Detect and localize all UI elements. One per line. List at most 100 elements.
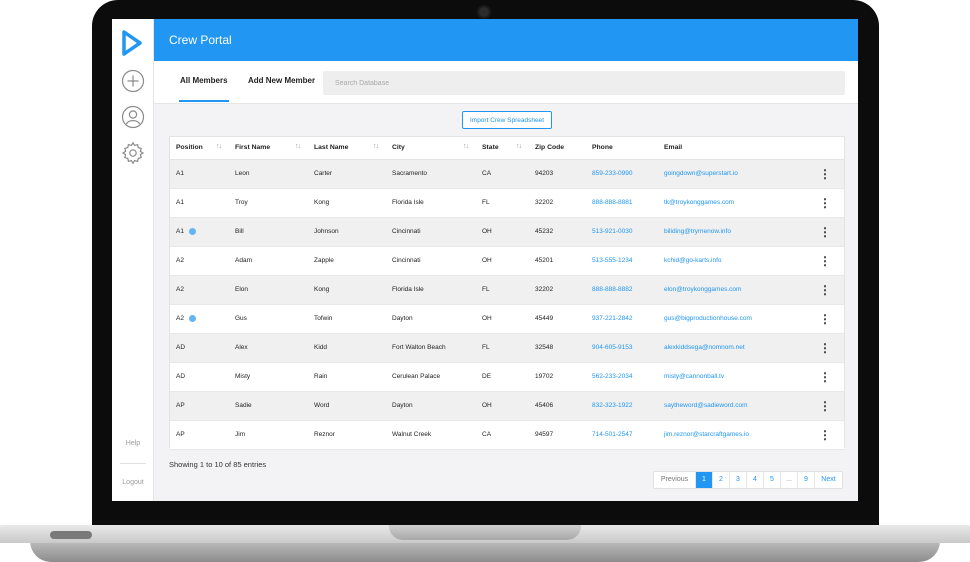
- table-row[interactable]: A2 Elon Kong Florida Isle FL 32202 888-888-888…: [170, 275, 844, 305]
- row-menu-icon[interactable]: ⋮: [806, 362, 844, 392]
- plus-circle-icon[interactable]: [121, 69, 145, 93]
- row-menu-icon[interactable]: ⋮: [806, 188, 844, 218]
- cell-zip-code: 19702: [529, 362, 586, 392]
- user-circle-icon[interactable]: [121, 105, 145, 129]
- row-menu-icon[interactable]: ⋮: [806, 391, 844, 421]
- cell-city: Cincinnati: [386, 246, 476, 276]
- row-menu-icon[interactable]: ⋮: [806, 217, 844, 247]
- cell-position: AD: [170, 333, 229, 363]
- gear-icon[interactable]: [121, 141, 145, 165]
- tab-add-new-member[interactable]: Add New Member: [248, 76, 315, 85]
- cell-phone[interactable]: 904-605-9153: [586, 333, 658, 363]
- cell-state: FL: [476, 275, 529, 305]
- cell-city: Walnut Creek: [386, 420, 476, 450]
- cell-email-text: misty@cannonball.tv: [664, 373, 725, 380]
- column-header-last-name[interactable]: Last Name ↑↓: [308, 137, 386, 160]
- info-icon[interactable]: [188, 314, 196, 322]
- cell-last-name-text: Rain: [314, 373, 328, 380]
- table-row[interactable]: AP Jim Reznor Walnut Creek CA 94597 714-501-25…: [170, 420, 844, 450]
- column-header-label: Last Name: [314, 144, 349, 152]
- cell-phone[interactable]: 513-921-0030: [586, 217, 658, 247]
- row-menu-icon[interactable]: ⋮: [806, 275, 844, 305]
- row-menu-icon[interactable]: ⋮: [806, 304, 844, 334]
- table-row[interactable]: AD Alex Kidd Fort Walton Beach FL 32548 904-60…: [170, 333, 844, 363]
- cell-last-name-text: Tofwin: [314, 315, 333, 322]
- pagination-page-9[interactable]: 9: [798, 472, 815, 488]
- cell-first-name: Sadie: [229, 391, 308, 421]
- info-icon[interactable]: [188, 227, 196, 235]
- cell-email[interactable]: alexkiddsega@nomnom.net: [658, 333, 806, 363]
- table-row[interactable]: A2 Adam Zapple Cincinnati OH 45201 513-555-123…: [170, 246, 844, 276]
- cell-phone[interactable]: 888-888-8881: [586, 188, 658, 218]
- cell-phone[interactable]: 859-233-0990: [586, 159, 658, 189]
- cell-phone[interactable]: 513-555-1234: [586, 246, 658, 276]
- table-row[interactable]: AP Sadie Word Dayton OH 45406 832-323-1922 sayt…: [170, 391, 844, 421]
- pagination-page-4[interactable]: 4: [747, 472, 764, 488]
- cell-email[interactable]: tk@troykonggames.com: [658, 188, 806, 218]
- column-header-first-name[interactable]: First Name ↑↓: [229, 137, 308, 160]
- cell-phone[interactable]: 937-221-2842: [586, 304, 658, 334]
- table-row[interactable]: AD Misty Rain Cerulean Palace DE 19702 562-233…: [170, 362, 844, 392]
- cell-first-name-text: Jim: [235, 431, 246, 438]
- cell-city: Sacramento: [386, 159, 476, 189]
- table-row[interactable]: A1 Troy Kong Florida Isle FL 32202 888-888-888…: [170, 188, 844, 218]
- table-header-row: Position ↑↓ First Name ↑↓ Last Name ↑↓ City…: [170, 137, 844, 160]
- cell-state-text: FL: [482, 344, 490, 351]
- cell-email[interactable]: saytheword@sadieword.com: [658, 391, 806, 421]
- pagination-page-2[interactable]: 2: [713, 472, 730, 488]
- row-menu-icon[interactable]: ⋮: [806, 420, 844, 450]
- cell-phone[interactable]: 832-323-1922: [586, 391, 658, 421]
- pagination-page-1[interactable]: 1: [696, 472, 713, 488]
- cell-email-text: gus@bigproductionhouse.com: [664, 315, 752, 322]
- play-triangle-logo[interactable]: [121, 30, 143, 56]
- cell-email[interactable]: gus@bigproductionhouse.com: [658, 304, 806, 334]
- import-spreadsheet-button[interactable]: Import Crew Spreadsheet: [462, 111, 552, 129]
- pagination-page-5[interactable]: 5: [764, 472, 781, 488]
- pagination-next[interactable]: Next: [815, 472, 842, 488]
- cell-first-name: Elon: [229, 275, 308, 305]
- cell-phone[interactable]: 888-888-8882: [586, 275, 658, 305]
- cell-email[interactable]: jim.reznor@starcraftgames.io: [658, 420, 806, 450]
- cell-position-text: AD: [176, 373, 186, 380]
- cell-last-name: Kong: [308, 188, 386, 218]
- column-header-city[interactable]: City ↑↓: [386, 137, 476, 160]
- cell-last-name: Carter: [308, 159, 386, 189]
- column-header-position[interactable]: Position ↑↓: [170, 137, 229, 160]
- row-menu-icon[interactable]: ⋮: [806, 159, 844, 189]
- column-header-label: Email: [664, 144, 683, 152]
- table-row[interactable]: A1 Bill Johnson Cincinnati OH 45232 513-921-00…: [170, 217, 844, 247]
- cell-email-text: billding@trymenow.info: [664, 228, 731, 235]
- cell-email[interactable]: misty@cannonball.tv: [658, 362, 806, 392]
- table-row[interactable]: A2 Gus Tofwin Dayton OH 45449 937-221-2842 gus@…: [170, 304, 844, 334]
- cell-state: FL: [476, 333, 529, 363]
- cell-phone[interactable]: 562-233-2034: [586, 362, 658, 392]
- cell-email[interactable]: goingdown@superstart.io: [658, 159, 806, 189]
- cell-city-text: Fort Walton Beach: [392, 344, 446, 351]
- cell-zip-code-text: 45232: [535, 228, 554, 235]
- logout-link[interactable]: Logout: [112, 479, 154, 486]
- column-header-state[interactable]: State ↑↓: [476, 137, 529, 160]
- cell-first-name: Troy: [229, 188, 308, 218]
- cell-email[interactable]: elon@troykonggames.com: [658, 275, 806, 305]
- pagination-page-3[interactable]: 3: [730, 472, 747, 488]
- sort-icon[interactable]: ↑↓: [373, 143, 379, 150]
- cell-email-text: tk@troykonggames.com: [664, 199, 735, 206]
- cell-last-name: Kidd: [308, 333, 386, 363]
- tab-all-members[interactable]: All Members: [179, 76, 229, 102]
- cell-state-text: FL: [482, 199, 490, 206]
- sort-icon[interactable]: ↑↓: [463, 143, 469, 150]
- row-menu-icon[interactable]: ⋮: [806, 333, 844, 363]
- pagination-previous[interactable]: Previous: [654, 472, 696, 488]
- row-menu-icon[interactable]: ⋮: [806, 246, 844, 276]
- cell-email[interactable]: billding@trymenow.info: [658, 217, 806, 247]
- table-row[interactable]: A1 Leon Carter Sacramento CA 94203 859-233-099…: [170, 159, 844, 189]
- search-input[interactable]: [323, 71, 845, 95]
- sort-icon[interactable]: ↑↓: [516, 143, 522, 150]
- cell-phone[interactable]: 714-501-2547: [586, 420, 658, 450]
- cell-phone-text: 937-221-2842: [592, 315, 633, 322]
- cell-position-text: AD: [176, 344, 186, 351]
- sort-icon[interactable]: ↑↓: [216, 143, 222, 150]
- cell-email[interactable]: kchid@go-karts.info: [658, 246, 806, 276]
- help-link[interactable]: Help: [112, 440, 154, 447]
- sort-icon[interactable]: ↑↓: [295, 143, 301, 150]
